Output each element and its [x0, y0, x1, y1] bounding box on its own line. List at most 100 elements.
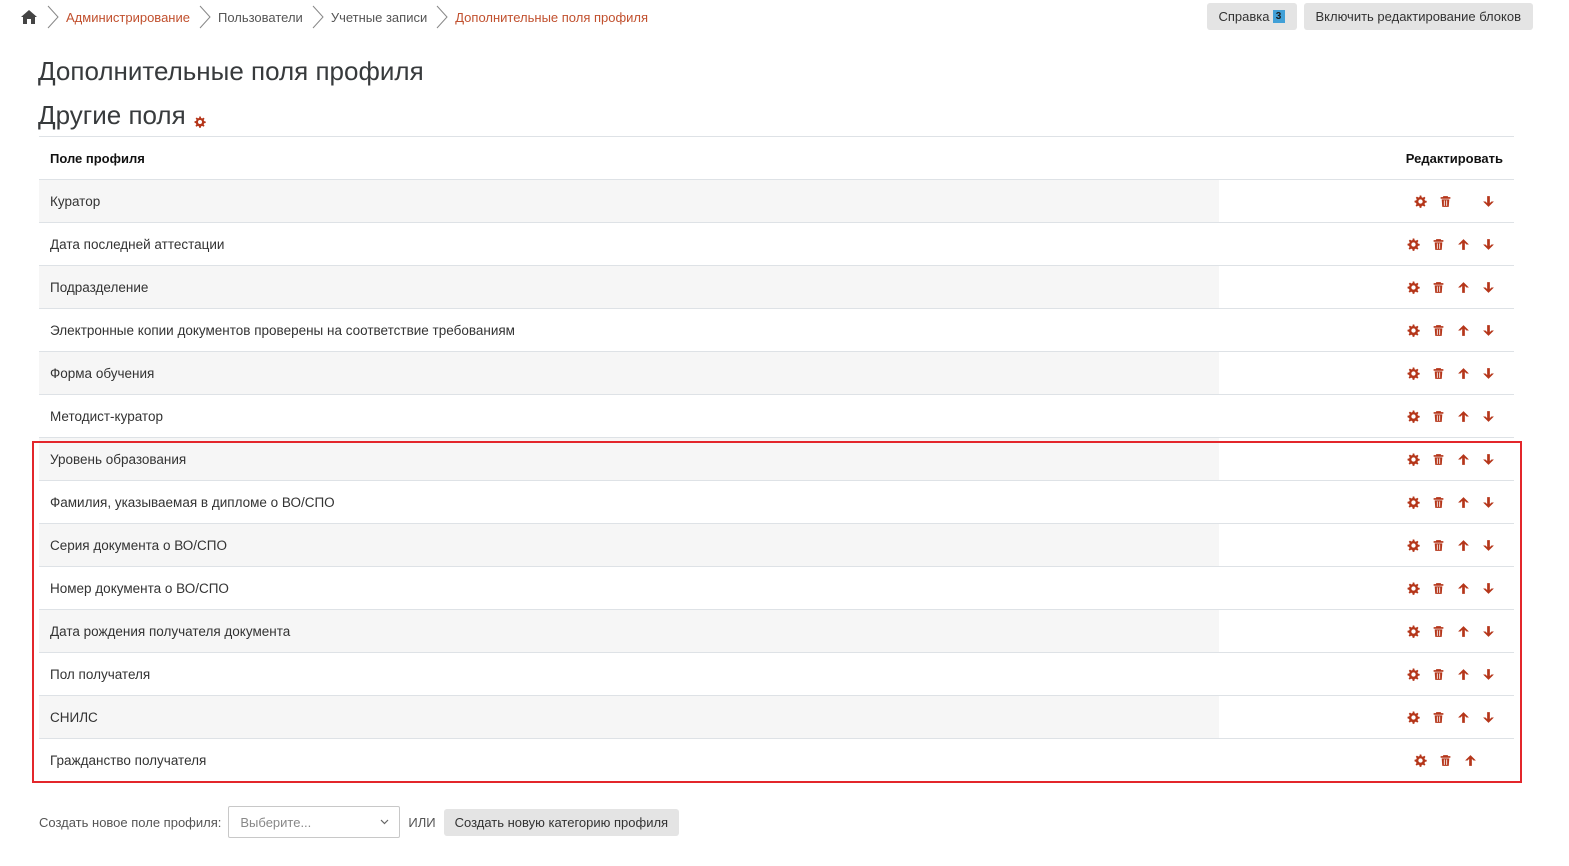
move-down-arrow-icon[interactable] — [1481, 624, 1495, 638]
edit-gear-icon[interactable] — [1406, 409, 1420, 423]
move-up-arrow-icon[interactable] — [1456, 366, 1470, 380]
breadcrumb-separator-icon — [47, 5, 59, 29]
move-up-arrow-icon[interactable] — [1456, 667, 1470, 681]
create-category-button[interactable]: Создать новую категорию профиля — [443, 808, 680, 836]
row-actions — [1219, 739, 1514, 781]
move-down-arrow-icon[interactable] — [1481, 194, 1495, 208]
table-row: Куратор — [39, 180, 1514, 223]
edit-gear-icon[interactable] — [1406, 710, 1420, 724]
move-up-arrow-icon[interactable] — [1456, 409, 1470, 423]
edit-gear-icon[interactable] — [1406, 323, 1420, 337]
table-row: Дата последней аттестации — [39, 223, 1514, 266]
row-actions — [1219, 696, 1514, 738]
create-controls: Создать новое поле профиля: Выберите... … — [39, 806, 680, 838]
move-up-arrow-icon[interactable] — [1456, 710, 1470, 724]
edit-gear-icon[interactable] — [1406, 366, 1420, 380]
move-up-arrow-icon[interactable] — [1456, 280, 1470, 294]
or-label: ИЛИ — [408, 814, 436, 830]
move-up-arrow-icon[interactable] — [1456, 495, 1470, 509]
row-actions — [1219, 352, 1514, 394]
help-button-label: Справка — [1218, 9, 1270, 24]
edit-gear-icon[interactable] — [1406, 624, 1420, 638]
move-up-arrow-icon[interactable] — [1463, 753, 1477, 767]
profile-field-name: Серия документа о ВО/СПО — [39, 524, 1219, 566]
chevron-down-icon — [380, 819, 389, 825]
move-down-arrow-icon[interactable] — [1481, 667, 1495, 681]
profile-field-name: Электронные копии документов проверены н… — [50, 322, 515, 338]
move-down-arrow-icon[interactable] — [1481, 538, 1495, 552]
breadcrumb-separator-icon — [436, 5, 448, 29]
profile-field-name: Дата последней аттестации — [50, 236, 225, 252]
breadcrumb-administration[interactable]: Администрирование — [66, 10, 190, 25]
delete-trash-icon[interactable] — [1431, 280, 1445, 294]
create-field-label: Создать новое поле профиля: — [39, 814, 222, 830]
home-icon[interactable] — [20, 9, 38, 25]
edit-gear-icon[interactable] — [1406, 538, 1420, 552]
move-down-arrow-icon[interactable] — [1481, 710, 1495, 724]
delete-trash-icon[interactable] — [1431, 323, 1445, 337]
breadcrumb-separator-icon — [199, 5, 211, 29]
edit-gear-icon[interactable] — [1413, 194, 1427, 208]
breadcrumb-users[interactable]: Пользователи — [218, 10, 303, 25]
move-up-arrow-icon[interactable] — [1456, 237, 1470, 251]
delete-trash-icon[interactable] — [1431, 495, 1445, 509]
breadcrumb-accounts[interactable]: Учетные записи — [331, 10, 427, 25]
row-actions — [1219, 223, 1514, 265]
delete-trash-icon[interactable] — [1431, 581, 1445, 595]
move-down-arrow-icon[interactable] — [1481, 495, 1495, 509]
move-down-arrow-icon[interactable] — [1481, 452, 1495, 466]
edit-gear-icon[interactable] — [1413, 753, 1427, 767]
page-title: Дополнительные поля профиля — [38, 56, 424, 86]
row-actions — [1219, 610, 1514, 652]
move-up-arrow-icon[interactable] — [1456, 624, 1470, 638]
move-down-arrow-icon[interactable] — [1481, 323, 1495, 337]
delete-trash-icon[interactable] — [1431, 409, 1445, 423]
delete-trash-icon[interactable] — [1431, 237, 1445, 251]
delete-trash-icon[interactable] — [1431, 624, 1445, 638]
move-down-arrow-icon[interactable] — [1481, 409, 1495, 423]
move-down-arrow-icon[interactable] — [1481, 237, 1495, 251]
delete-trash-icon[interactable] — [1431, 667, 1445, 681]
enable-block-editing-button[interactable]: Включить редактирование блоков — [1303, 3, 1533, 30]
delete-trash-icon[interactable] — [1438, 194, 1452, 208]
table-row: Подразделение — [39, 266, 1514, 309]
edit-gear-icon[interactable] — [1406, 581, 1420, 595]
help-button[interactable]: Справка 3 — [1206, 3, 1297, 30]
profile-field-name: СНИЛС — [39, 696, 1219, 738]
row-actions — [1219, 309, 1514, 351]
edit-gear-icon[interactable] — [1406, 280, 1420, 294]
edit-gear-icon[interactable] — [1406, 452, 1420, 466]
breadcrumb: Администрирование Пользователи Учетные з… — [20, 0, 648, 34]
move-down-arrow-icon[interactable] — [1481, 366, 1495, 380]
help-count-badge: 3 — [1272, 10, 1285, 23]
table-row: Дата рождения получателя документа — [39, 610, 1514, 653]
table-row: Гражданство получателя — [39, 739, 1514, 782]
table-row: Фамилия, указываемая в дипломе о ВО/СПО — [39, 481, 1514, 524]
move-down-arrow-icon[interactable] — [1481, 280, 1495, 294]
move-up-arrow-icon[interactable] — [1456, 538, 1470, 552]
table-row: Форма обучения — [39, 352, 1514, 395]
delete-trash-icon[interactable] — [1431, 452, 1445, 466]
field-type-select[interactable]: Выберите... — [228, 806, 401, 838]
row-actions — [1219, 653, 1514, 695]
delete-trash-icon[interactable] — [1438, 753, 1452, 767]
category-settings-gear-icon[interactable] — [194, 104, 206, 135]
move-up-arrow-icon[interactable] — [1456, 452, 1470, 466]
row-actions — [1219, 180, 1514, 222]
edit-gear-icon[interactable] — [1406, 667, 1420, 681]
row-actions — [1219, 266, 1514, 308]
table-header: Поле профиля Редактировать — [39, 137, 1514, 180]
edit-gear-icon[interactable] — [1406, 495, 1420, 509]
category-heading: Другие поля — [38, 96, 206, 135]
category-title: Другие поля — [38, 100, 186, 130]
table-row: Пол получателя — [39, 653, 1514, 696]
row-actions — [1219, 438, 1514, 480]
move-down-arrow-icon[interactable] — [1481, 581, 1495, 595]
delete-trash-icon[interactable] — [1431, 366, 1445, 380]
delete-trash-icon[interactable] — [1431, 710, 1445, 724]
move-up-arrow-icon[interactable] — [1456, 581, 1470, 595]
delete-trash-icon[interactable] — [1431, 538, 1445, 552]
profile-field-name: Методист-куратор — [50, 408, 163, 424]
edit-gear-icon[interactable] — [1406, 237, 1420, 251]
move-up-arrow-icon[interactable] — [1456, 323, 1470, 337]
